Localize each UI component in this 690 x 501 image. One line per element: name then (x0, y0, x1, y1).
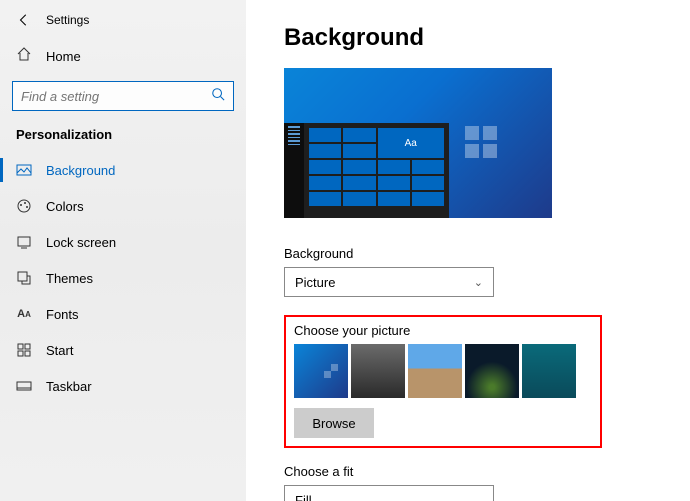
picture-thumb-1[interactable] (294, 344, 348, 398)
themes-icon (16, 270, 32, 286)
sidebar-item-label: Fonts (46, 307, 79, 322)
section-title: Personalization (0, 121, 246, 152)
choose-picture-section: Choose your picture Browse (284, 315, 602, 448)
picture-thumb-4[interactable] (465, 344, 519, 398)
sidebar-item-label: Background (46, 163, 115, 178)
sidebar-item-label: Themes (46, 271, 93, 286)
sidebar-item-label: Taskbar (46, 379, 92, 394)
page-title: Background (284, 24, 670, 52)
sidebar-item-lockscreen[interactable]: Lock screen (0, 224, 246, 260)
sidebar-item-themes[interactable]: Themes (0, 260, 246, 296)
picture-icon (16, 162, 32, 178)
browse-button[interactable]: Browse (294, 408, 374, 438)
lockscreen-icon (16, 234, 32, 250)
background-label: Background (284, 246, 670, 261)
home-nav[interactable]: Home (0, 38, 246, 75)
sidebar-item-label: Lock screen (46, 235, 116, 250)
fit-select[interactable]: Fill ⌄ (284, 485, 494, 501)
sidebar-item-label: Colors (46, 199, 84, 214)
preview-tile-text: Aa (378, 128, 445, 158)
choose-picture-label: Choose your picture (294, 323, 592, 338)
back-button[interactable] (16, 12, 32, 28)
sidebar-item-label: Start (46, 343, 73, 358)
chevron-down-icon: ⌄ (474, 276, 483, 289)
sidebar-item-background[interactable]: Background (0, 152, 246, 188)
sidebar-item-colors[interactable]: Colors (0, 188, 246, 224)
sidebar-item-start[interactable]: Start (0, 332, 246, 368)
background-preview: Aa (284, 68, 552, 218)
picture-thumb-5[interactable] (522, 344, 576, 398)
palette-icon (16, 198, 32, 214)
sidebar-item-fonts[interactable]: AA Fonts (0, 296, 246, 332)
fit-select-value: Fill (295, 493, 312, 501)
taskbar-icon (16, 378, 32, 394)
fonts-icon: AA (16, 306, 32, 322)
fit-label: Choose a fit (284, 464, 670, 479)
search-input-wrapper[interactable] (12, 81, 234, 111)
background-select-value: Picture (295, 275, 335, 290)
background-select[interactable]: Picture ⌄ (284, 267, 494, 297)
start-icon (16, 342, 32, 358)
picture-thumb-3[interactable] (408, 344, 462, 398)
sidebar-item-taskbar[interactable]: Taskbar (0, 368, 246, 404)
picture-thumb-2[interactable] (351, 344, 405, 398)
search-icon (211, 87, 225, 106)
search-input[interactable] (21, 89, 211, 104)
home-label: Home (46, 49, 81, 64)
chevron-down-icon: ⌄ (474, 494, 483, 501)
app-title: Settings (46, 13, 89, 27)
home-icon (16, 46, 32, 67)
